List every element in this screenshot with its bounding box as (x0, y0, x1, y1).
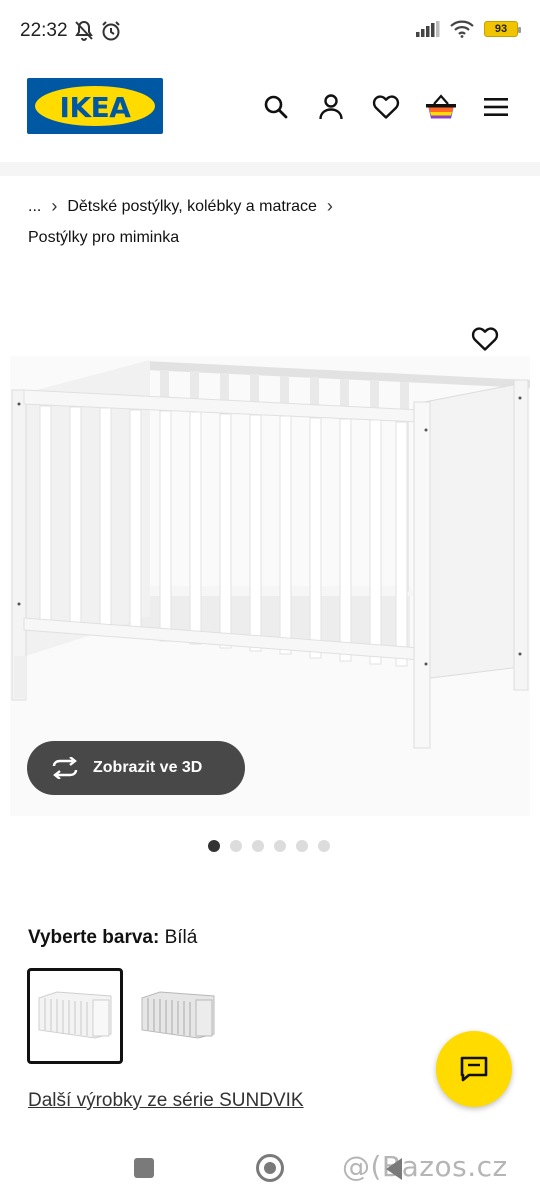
site-header: IKEA (0, 62, 540, 162)
hamburger-menu-icon (483, 97, 508, 116)
signal-icon (416, 21, 440, 37)
carousel-dot[interactable] (208, 840, 220, 852)
breadcrumb-category[interactable]: Dětské postýlky, kolébky a matrace (67, 198, 317, 216)
heart-icon (471, 327, 499, 351)
breadcrumb: ... › Dětské postýlky, kolébky a matrace… (28, 196, 333, 217)
chevron-right-icon: › (326, 196, 333, 216)
selected-color: Bílá (164, 927, 198, 948)
favourites-button[interactable] (369, 90, 402, 123)
alarm-icon (102, 21, 120, 41)
crib-thumbnail (141, 991, 215, 1039)
muted-bell-icon (75, 20, 93, 41)
rotate-3d-icon (52, 757, 78, 779)
product-wishlist-button[interactable] (468, 322, 502, 356)
image-carousel-dots (208, 840, 330, 852)
status-time: 22:32 (20, 20, 68, 41)
chat-button[interactable] (436, 1031, 512, 1107)
status-bar: 22:32 93 (0, 0, 540, 62)
shopping-basket-icon (425, 93, 456, 118)
back-button[interactable] (386, 1158, 402, 1180)
carousel-dot[interactable] (274, 840, 286, 852)
android-nav-bar: @(Bazos.cz (0, 1132, 540, 1200)
heart-icon (372, 94, 399, 119)
recent-apps-button[interactable] (134, 1158, 154, 1178)
wifi-icon (450, 20, 474, 38)
carousel-dot[interactable] (318, 840, 330, 852)
header-divider (0, 162, 540, 176)
color-selection-label: Vyberte barva: Bílá (28, 927, 197, 949)
color-prompt: Vyberte barva: (28, 927, 160, 948)
carousel-dot[interactable] (230, 840, 242, 852)
header-actions (259, 90, 512, 123)
search-icon (264, 95, 287, 118)
user-icon (318, 93, 343, 119)
series-link[interactable]: Další výrobky ze série SUNDVIK (28, 1090, 304, 1112)
ikea-logo[interactable]: IKEA (27, 78, 163, 134)
color-swatch-grey[interactable] (130, 968, 226, 1064)
cart-button[interactable] (424, 90, 457, 123)
home-button[interactable] (256, 1154, 284, 1182)
breadcrumb-current[interactable]: Postýlky pro miminka (28, 229, 179, 247)
color-swatch-white[interactable] (27, 968, 123, 1064)
search-button[interactable] (259, 90, 292, 123)
view-3d-button[interactable]: Zobrazit ve 3D (27, 741, 245, 795)
battery-indicator: 93 (484, 21, 521, 37)
bazos-watermark: @(Bazos.cz (342, 1150, 508, 1183)
chat-bubble-icon (460, 1056, 488, 1082)
view-3d-label: Zobrazit ve 3D (93, 759, 203, 776)
account-button[interactable] (314, 90, 347, 123)
logo-text: IKEA (59, 91, 131, 124)
carousel-dot[interactable] (296, 840, 308, 852)
crib-thumbnail (38, 991, 112, 1039)
breadcrumb-ellipsis[interactable]: ... (28, 198, 41, 216)
carousel-dot[interactable] (252, 840, 264, 852)
menu-button[interactable] (479, 90, 512, 123)
chevron-right-icon: › (51, 196, 58, 216)
